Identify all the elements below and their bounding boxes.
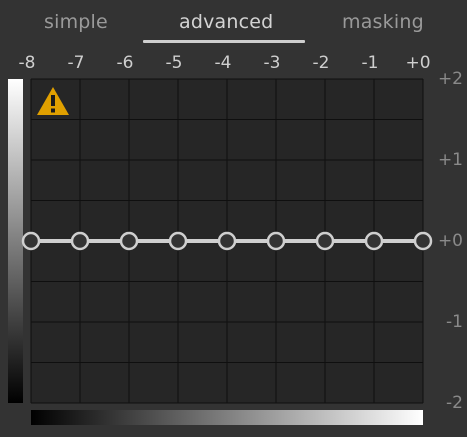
curve-node[interactable]	[413, 231, 433, 251]
curve-node[interactable]	[70, 231, 90, 251]
level-label: +1	[437, 150, 463, 170]
curve-node[interactable]	[364, 231, 384, 251]
level-label: -1	[446, 312, 463, 332]
curve-node[interactable]	[315, 231, 335, 251]
level-label: -2	[446, 393, 463, 413]
level-label: +2	[437, 69, 463, 89]
level-label: +0	[437, 231, 463, 251]
curve-node[interactable]	[217, 231, 237, 251]
curve-node[interactable]	[119, 231, 139, 251]
curve-node[interactable]	[168, 231, 188, 251]
curve-node[interactable]	[21, 231, 41, 251]
tone-curve-graph[interactable]	[0, 0, 467, 437]
curve-node[interactable]	[266, 231, 286, 251]
curve-nodes	[21, 231, 433, 251]
warning-icon	[37, 87, 69, 115]
